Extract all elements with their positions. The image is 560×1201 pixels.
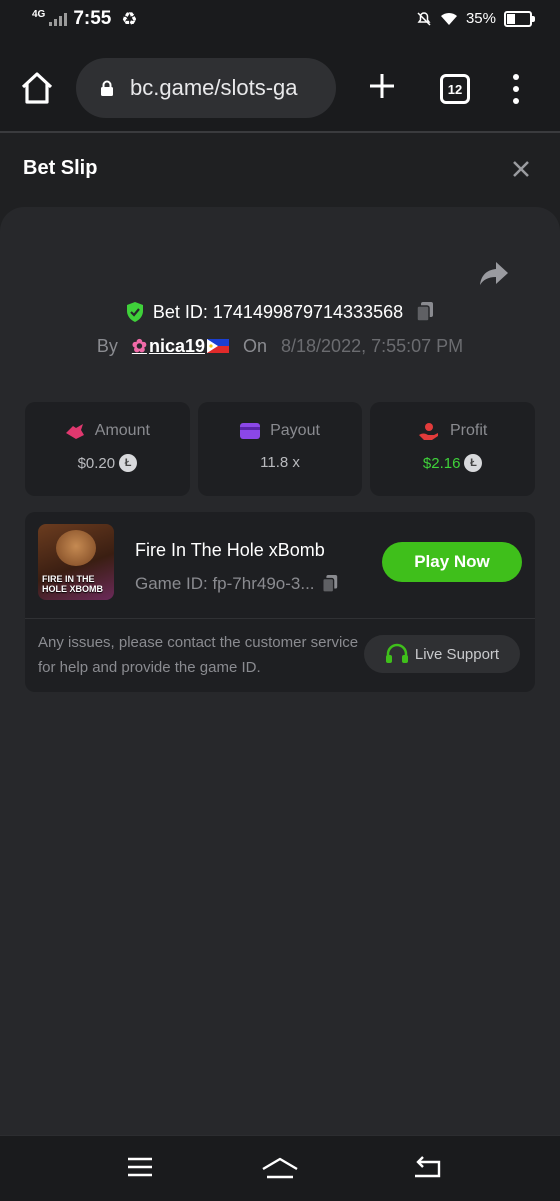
live-support-label: Live Support xyxy=(414,645,500,663)
litecoin-icon: Ł xyxy=(464,454,483,472)
tab-switcher-button[interactable]: 12 xyxy=(440,74,470,104)
headset-icon xyxy=(385,643,408,663)
bet-meta-row: By ✿ nica19 On 8/18/2022, 7:55:07 PM xyxy=(0,331,560,361)
amount-icon xyxy=(65,424,84,439)
username: nica19 xyxy=(148,335,205,356)
payout-label: Payout xyxy=(270,422,320,439)
close-icon[interactable] xyxy=(510,158,532,180)
wifi-icon xyxy=(440,12,457,25)
amount-value-row: $0.20 Ł xyxy=(78,454,138,472)
sync-icon: ♻ xyxy=(121,8,138,29)
more-menu-icon[interactable] xyxy=(508,72,524,106)
battery-fill xyxy=(507,13,516,24)
profit-label: Profit xyxy=(450,422,488,439)
payout-stat: Payout 11.8 x xyxy=(197,402,363,496)
payout-value-row: 11.8 x xyxy=(260,454,300,471)
thumbnail-text-2: HOLE XBOMB xyxy=(42,584,104,594)
profit-value-row: $2.16 Ł xyxy=(423,454,483,472)
thumbnail-character xyxy=(56,530,96,566)
payout-value: 11.8 x xyxy=(260,454,300,471)
recent-apps-icon[interactable] xyxy=(127,1156,153,1178)
mute-icon xyxy=(417,11,431,26)
game-id: Game ID: fp-7hr49o-3... xyxy=(135,574,315,593)
game-id-row: Game ID: fp-7hr49o-3... xyxy=(135,574,339,594)
play-now-button[interactable]: Play Now xyxy=(382,542,522,582)
thumbnail-logo: FIRE IN THE HOLE XBOMB xyxy=(42,574,103,594)
thumbnail-text-1: FIRE IN THE xyxy=(42,574,95,584)
share-icon[interactable] xyxy=(478,259,510,287)
tab-count: 12 xyxy=(447,81,463,97)
page-title: Bet Slip xyxy=(23,157,98,179)
signal-icon xyxy=(49,12,68,26)
battery-icon xyxy=(504,10,535,27)
bet-stats: Amount $0.20 Ł Payout 11.8 x Profit $2.1… xyxy=(25,402,536,496)
network-type: 4G xyxy=(32,9,46,20)
bet-id: Bet ID: 1741499879714333568 xyxy=(152,301,404,322)
game-thumbnail[interactable]: FIRE IN THE HOLE XBOMB xyxy=(38,524,114,600)
profit-value: $2.16 xyxy=(422,454,461,472)
wallet-icon xyxy=(240,423,261,439)
new-tab-icon[interactable] xyxy=(366,70,398,102)
amount-label: Amount xyxy=(94,422,150,439)
system-navigation-bar xyxy=(0,1135,560,1201)
amount-value: $0.20 xyxy=(77,454,116,472)
bet-datetime: 8/18/2022, 7:55:07 PM xyxy=(281,335,464,356)
divider xyxy=(25,618,535,619)
lock-icon xyxy=(101,80,113,96)
username-link[interactable]: ✿ nica19 xyxy=(132,336,229,357)
status-left: 4G 7:55 ♻ xyxy=(32,8,138,30)
profit-hand-icon xyxy=(419,423,438,440)
address-bar[interactable]: bc.game/slots-ga xyxy=(76,58,336,118)
on-label: On xyxy=(243,335,268,356)
support-note: Any issues, please contact the customer … xyxy=(38,634,359,676)
copy-icon[interactable] xyxy=(415,301,435,323)
bet-slip-card: Bet ID: 1741499879714333568 By ✿ nica19 … xyxy=(0,207,560,1135)
game-card: FIRE IN THE HOLE XBOMB Fire In The Hole … xyxy=(25,512,535,692)
bet-slip-header: Bet Slip xyxy=(0,133,560,203)
live-support-button[interactable]: Live Support xyxy=(364,635,520,673)
litecoin-icon: Ł xyxy=(119,454,138,472)
bet-id-row: Bet ID: 1741499879714333568 xyxy=(0,297,560,327)
flower-icon: ✿ xyxy=(131,335,147,356)
profit-stat: Profit $2.16 Ł xyxy=(370,402,536,496)
clock: 7:55 xyxy=(73,8,112,29)
battery-percent: 35% xyxy=(465,10,496,27)
game-title: Fire In The Hole xBomb xyxy=(135,540,325,560)
back-icon[interactable] xyxy=(413,1156,441,1180)
copy-icon[interactable] xyxy=(321,574,339,594)
home-icon[interactable] xyxy=(18,70,56,106)
amount-stat: Amount $0.20 Ł xyxy=(25,402,190,496)
browser-toolbar: bc.game/slots-ga 12 xyxy=(0,44,560,133)
philippines-flag-icon xyxy=(207,339,229,353)
home-nav-icon[interactable] xyxy=(261,1156,299,1180)
status-bar: 4G 7:55 ♻ 35% xyxy=(0,0,560,44)
by-label: By xyxy=(96,335,118,356)
status-right: 35% xyxy=(416,10,535,27)
shield-check-icon xyxy=(126,302,143,322)
url-text: bc.game/slots-ga xyxy=(130,75,298,100)
